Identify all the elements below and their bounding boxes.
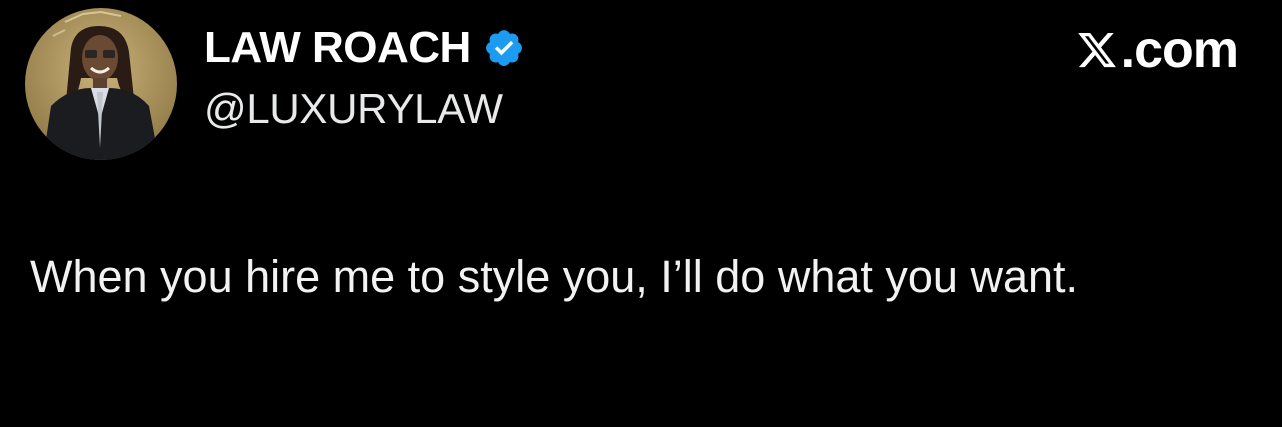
x-logo-icon <box>1075 29 1119 71</box>
author-name-row: LAW ROACH <box>204 22 525 74</box>
author-handle[interactable]: @LUXURYLAW <box>204 84 503 134</box>
tweet-text: When you hire me to style you, I’ll do w… <box>30 251 1079 302</box>
avatar-image <box>25 8 177 160</box>
display-name[interactable]: LAW ROACH <box>204 22 471 74</box>
brand-watermark: .com <box>1075 21 1239 79</box>
avatar[interactable] <box>25 8 177 160</box>
brand-suffix: .com <box>1120 21 1239 79</box>
verified-badge-icon <box>483 27 525 69</box>
tweet-card: LAW ROACH @LUXURYLAW .com When you hire … <box>0 0 1282 427</box>
